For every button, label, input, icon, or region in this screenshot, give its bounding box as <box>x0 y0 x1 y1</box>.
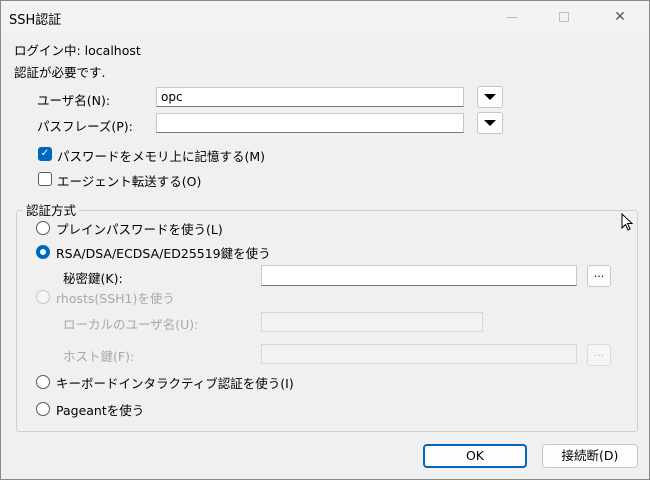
radio-pageant[interactable] <box>36 402 50 416</box>
close-icon: ✕ <box>614 9 626 25</box>
window-title: SSH認証 <box>9 13 62 28</box>
radio-keyboard-interactive[interactable] <box>36 375 50 389</box>
chevron-down-icon <box>484 94 496 100</box>
local-user-label: ローカルのユーザ名(U): <box>63 317 199 332</box>
maximize-button[interactable] <box>541 1 587 33</box>
mouse-cursor-icon <box>621 213 633 231</box>
radio-plain-password-label[interactable]: プレインパスワードを使う(L) <box>56 219 223 238</box>
chevron-down-icon <box>484 120 496 126</box>
passphrase-label: パスフレーズ(P): <box>37 119 133 134</box>
auth-required-text: 認証が必要です. <box>14 65 106 80</box>
agent-forward-checkbox[interactable] <box>38 172 52 186</box>
remember-password-label[interactable]: パスワードをメモリ上に記憶する(M) <box>57 146 265 165</box>
private-key-label: 秘密鍵(K): <box>63 271 123 286</box>
local-user-input[interactable] <box>261 312 483 332</box>
passphrase-dropdown-button[interactable] <box>477 112 503 134</box>
private-key-browse-button[interactable]: ... <box>587 265 611 287</box>
maximize-icon <box>559 12 569 22</box>
radio-rsa-key[interactable] <box>36 245 50 259</box>
ok-button[interactable]: OK <box>423 444 527 468</box>
radio-rsa-key-label[interactable]: RSA/DSA/ECDSA/ED25519鍵を使う <box>56 243 271 262</box>
username-dropdown-button[interactable] <box>477 86 503 108</box>
radio-plain-password[interactable] <box>36 221 50 235</box>
host-key-browse-button[interactable]: ... <box>587 344 611 366</box>
radio-pageant-label[interactable]: Pageantを使う <box>56 400 144 419</box>
radio-rhosts-label[interactable]: rhosts(SSH1)を使う <box>56 288 175 307</box>
passphrase-input[interactable] <box>156 113 464 133</box>
radio-rhosts[interactable] <box>36 290 50 304</box>
minimize-button[interactable] <box>489 1 535 33</box>
host-key-label: ホスト鍵(F): <box>63 349 135 364</box>
ssh-auth-dialog: SSH認証 ✕ ログイン中: localhost 認証が必要です. ユーザ名(N… <box>0 0 650 480</box>
close-button[interactable]: ✕ <box>597 1 643 33</box>
radio-keyboard-interactive-label[interactable]: キーボードインタラクティブ認証を使う(I) <box>56 373 294 392</box>
private-key-input[interactable] <box>261 265 577 286</box>
login-status-text: ログイン中: localhost <box>14 43 141 58</box>
auth-method-group-label: 認証方式 <box>23 200 80 219</box>
disconnect-button[interactable]: 接続断(D) <box>542 444 638 468</box>
host-key-input[interactable] <box>261 344 577 364</box>
remember-password-checkbox[interactable]: ✓ <box>38 147 52 161</box>
agent-forward-label[interactable]: エージェント転送する(O) <box>57 171 201 190</box>
username-label: ユーザ名(N): <box>37 93 111 108</box>
username-input[interactable]: opc <box>156 87 464 107</box>
checkmark-icon: ✓ <box>40 148 50 159</box>
minimize-icon <box>507 16 517 18</box>
title-bar[interactable]: SSH認証 ✕ <box>1 1 649 33</box>
